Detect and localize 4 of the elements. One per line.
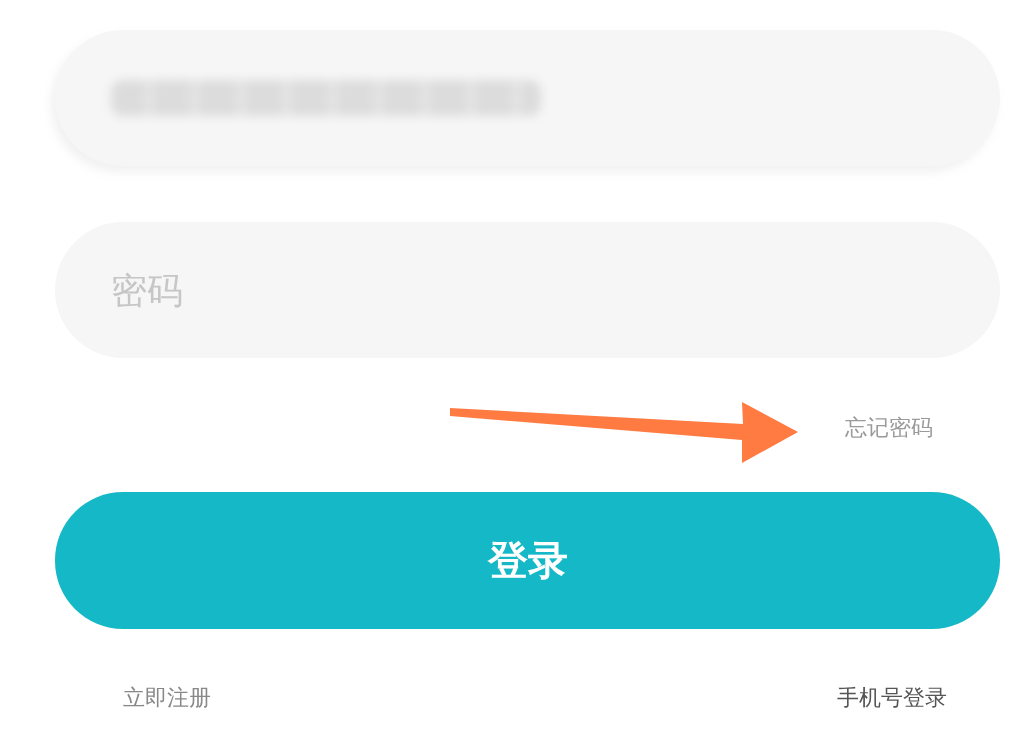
forgot-password-link[interactable]: 忘记密码 bbox=[845, 413, 933, 443]
login-button[interactable]: 登录 bbox=[55, 492, 1000, 629]
register-link[interactable]: 立即注册 bbox=[123, 683, 211, 713]
phone-login-link[interactable]: 手机号登录 bbox=[837, 683, 947, 713]
